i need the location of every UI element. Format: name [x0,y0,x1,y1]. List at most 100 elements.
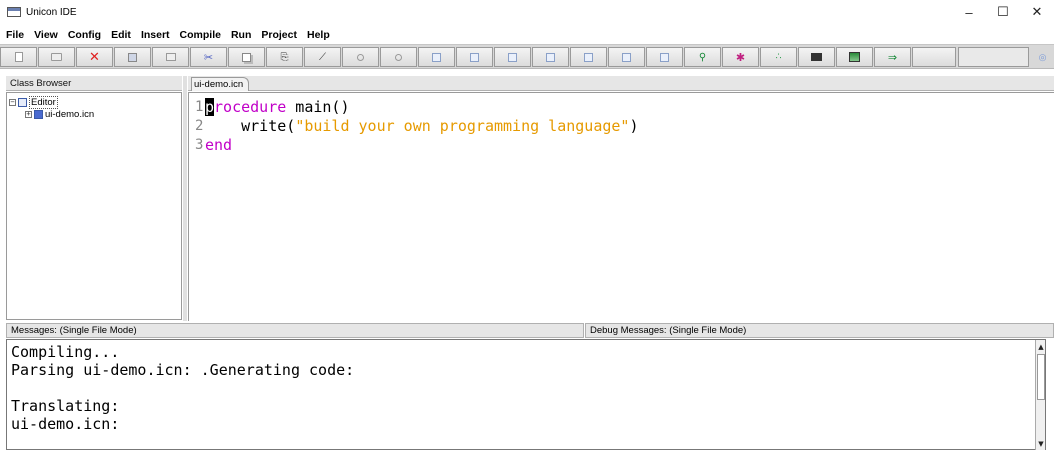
cut-icon: ✂ [203,50,214,64]
menu-config[interactable]: Config [64,29,105,41]
line-number: 3 [195,136,204,153]
open-file-button[interactable] [38,47,75,67]
print-button[interactable] [152,47,189,67]
messages-scrollbar[interactable]: ▲ ▼ [1035,340,1045,450]
code-line-1: 1 procedure main() [195,97,350,116]
window-icon [432,52,441,62]
window-button-7[interactable] [646,47,683,67]
text-cursor: p [205,97,215,116]
new-file-icon [14,52,23,62]
toolbar-spacer-button[interactable] [912,47,956,67]
code-editor[interactable]: 1 procedure main() 2 write("build your ow… [188,92,1054,321]
debug-button[interactable]: ✱ [722,47,759,67]
window-icon [622,52,631,62]
file-icon [34,110,43,119]
menu-run[interactable]: Run [227,29,255,41]
menu-compile[interactable]: Compile [176,29,225,41]
menu-insert[interactable]: Insert [137,29,174,41]
toolbar: ✕ ✂ ⎘ ⟋ ⚲ ✱ ∴ ⇒ ◎ [0,44,1054,69]
image-button[interactable] [836,47,873,67]
line-number: 1 [195,98,204,115]
window-button-4[interactable] [532,47,569,67]
folder-icon [18,98,27,107]
copy-icon [242,52,251,62]
debug-messages-header[interactable]: Debug Messages: (Single File Mode) [585,323,1054,338]
run-icon: ⇒ [887,50,898,64]
print-icon [165,53,176,61]
tree-node-file[interactable]: + ui-demo.icn [25,109,94,120]
tree-expand-icon[interactable]: + [25,111,32,118]
window-button-2[interactable] [456,47,493,67]
tree-node-editor[interactable]: − Editor [9,96,58,109]
window-button-6[interactable] [608,47,645,67]
menu-file[interactable]: File [6,29,28,41]
save-icon [128,52,137,62]
undo-icon [357,53,364,61]
redo-icon [395,53,402,61]
keyword-end: end [205,135,233,154]
open-folder-icon [51,53,62,61]
wand-button[interactable]: ⟋ [304,47,341,67]
message-line: ui-demo.icn: [11,415,120,433]
sparkle-button[interactable]: ∴ [760,47,797,67]
scroll-thumb[interactable] [1037,354,1045,400]
run-button[interactable]: ⇒ [874,47,911,67]
toolbar-search-field[interactable] [958,47,1029,67]
redo-button[interactable] [380,47,417,67]
tab-ui-demo[interactable]: ui-demo.icn [191,77,250,91]
message-line: Parsing ui-demo.icn: .Generating code: [11,361,355,379]
window-button-1[interactable] [418,47,455,67]
copy-button[interactable] [228,47,265,67]
window-title: Unicon IDE [26,6,77,18]
tree-button[interactable]: ⚲ [684,47,721,67]
code-line-2: 2 write("build your own programming lang… [195,116,638,135]
message-line: Compiling... [11,343,120,361]
window-icon [660,52,669,62]
app-icon [7,7,21,17]
scroll-up-icon[interactable]: ▲ [1037,342,1045,352]
tree-collapse-icon[interactable]: − [9,99,16,106]
messages-header: Messages: (Single File Mode) [6,323,584,338]
panel-splitter[interactable] [183,76,187,321]
message-line: Translating: [11,397,120,415]
minimize-button[interactable]: – [952,0,986,24]
tree-label-editor[interactable]: Editor [29,96,58,109]
keyword-tail: rocedure [214,97,287,116]
monitor-button[interactable] [798,47,835,67]
menu-help[interactable]: Help [303,29,334,41]
cut-button[interactable]: ✂ [190,47,227,67]
scroll-down-icon[interactable]: ▼ [1037,439,1045,449]
title-bar: Unicon IDE – ☐ ✕ [0,0,1054,24]
close-button[interactable]: ✕ [1020,0,1054,24]
class-browser-tree[interactable]: − Editor + ui-demo.icn [6,92,182,320]
menu-project[interactable]: Project [257,29,301,41]
tree-icon: ⚲ [698,51,707,63]
maximize-button[interactable]: ☐ [986,0,1020,24]
window-icon [508,52,517,62]
tree-label-file[interactable]: ui-demo.icn [45,109,94,120]
paste-button[interactable]: ⎘ [266,47,303,67]
string-literal: "build your own programming language" [295,116,630,135]
wand-icon: ⟋ [319,51,326,63]
new-file-button[interactable] [0,47,37,67]
menu-view[interactable]: View [30,29,62,41]
keyword-procedure: procedure [205,97,287,116]
class-browser-header: Class Browser [6,76,182,91]
debug-icon: ✱ [735,50,746,64]
messages-output[interactable]: Compiling... Parsing ui-demo.icn: .Gener… [6,339,1046,450]
editor-tab-bar: ui-demo.icn [188,76,1054,91]
window-button-5[interactable] [570,47,607,67]
window-button-3[interactable] [494,47,531,67]
menu-edit[interactable]: Edit [107,29,135,41]
save-button[interactable] [114,47,151,67]
close-file-icon: ✕ [89,49,100,65]
undo-button[interactable] [342,47,379,67]
code-text: main() [286,97,350,116]
binoculars-icon[interactable]: ◎ [1031,47,1054,67]
window-icon [470,52,479,62]
window-icon [546,52,555,62]
menu-bar: File View Config Edit Insert Compile Run… [0,26,1054,43]
window-controls: – ☐ ✕ [952,0,1054,24]
close-file-button[interactable]: ✕ [76,47,113,67]
